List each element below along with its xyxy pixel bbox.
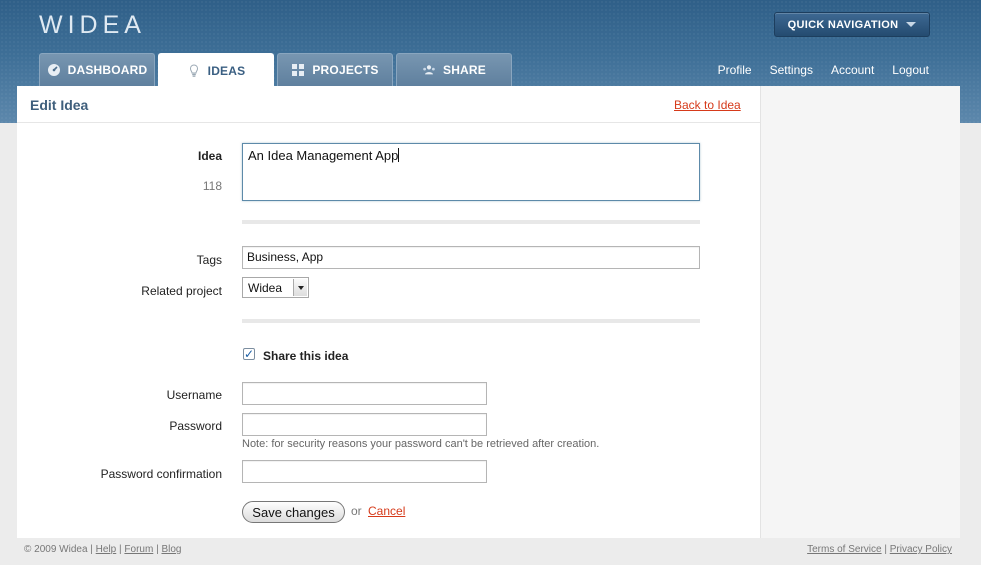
account-link[interactable]: Account <box>831 63 874 77</box>
password-confirmation-input[interactable] <box>242 460 487 483</box>
tab-projects[interactable]: PROJECTS <box>277 53 393 86</box>
account-links: Profile Settings Account Logout <box>718 63 929 77</box>
profile-link[interactable]: Profile <box>718 63 752 77</box>
share-idea-label: Share this idea <box>263 349 349 363</box>
separator <box>242 220 700 224</box>
idea-text: An Idea Management App <box>248 148 399 163</box>
quick-navigation-button[interactable]: QUICK NAVIGATION <box>774 12 930 37</box>
grid-icon <box>292 64 305 76</box>
idea-label: Idea <box>197 149 222 163</box>
logout-link[interactable]: Logout <box>892 63 929 77</box>
blog-link[interactable]: Blog <box>161 544 181 555</box>
tab-dashboard-label: DASHBOARD <box>67 63 148 77</box>
users-icon <box>423 65 435 75</box>
help-link[interactable]: Help <box>96 544 117 555</box>
terms-of-service-link[interactable]: Terms of Service <box>807 544 881 555</box>
password-note: Note: for security reasons your password… <box>242 438 600 450</box>
password-confirmation-label: Password confirmation <box>100 467 222 481</box>
dashboard-icon <box>47 64 60 76</box>
copyright-text: © 2009 Widea <box>24 544 88 555</box>
back-to-idea-link[interactable]: Back to Idea <box>674 98 741 112</box>
text-cursor <box>398 148 400 162</box>
tab-ideas[interactable]: IDEAS <box>158 53 274 87</box>
chevron-down-icon <box>906 22 917 27</box>
dropdown-arrow-icon <box>293 279 307 296</box>
content-panel: Edit Idea Back to Idea Idea 118 An Idea … <box>17 86 960 538</box>
username-input[interactable] <box>242 382 487 405</box>
idea-character-count: 118 <box>202 179 222 193</box>
sidebar <box>760 86 960 538</box>
separator <box>242 319 700 323</box>
related-project-label: Related project <box>141 284 222 298</box>
tags-input[interactable]: Business, App <box>242 246 700 269</box>
tags-value: Business, App <box>247 250 324 264</box>
tab-dashboard[interactable]: DASHBOARD <box>39 53 155 86</box>
tags-label: Tags <box>196 253 222 267</box>
tab-projects-label: PROJECTS <box>312 63 379 77</box>
password-label: Password <box>169 419 222 433</box>
page-title: Edit Idea <box>30 97 89 113</box>
panel-header: Edit Idea Back to Idea <box>17 86 760 123</box>
app-logo[interactable]: WIDEA <box>39 11 146 40</box>
save-changes-button[interactable]: Save changes <box>242 501 345 523</box>
settings-link[interactable]: Settings <box>770 63 813 77</box>
forum-link[interactable]: Forum <box>124 544 153 555</box>
footer-right: Terms of Service | Privacy Policy <box>807 544 952 555</box>
password-input[interactable] <box>242 413 487 436</box>
tab-ideas-label: IDEAS <box>207 63 246 78</box>
or-text: or <box>351 504 362 518</box>
tab-share-label: SHARE <box>442 63 486 77</box>
footer-left: © 2009 Widea | Help | Forum | Blog <box>24 544 182 555</box>
related-project-select[interactable]: Widea <box>242 277 309 298</box>
related-project-value: Widea <box>248 280 283 295</box>
lightbulb-icon <box>189 63 198 77</box>
tab-share[interactable]: SHARE <box>396 53 512 86</box>
idea-textarea[interactable]: An Idea Management App <box>242 143 700 201</box>
cancel-link[interactable]: Cancel <box>368 504 405 518</box>
share-idea-checkbox[interactable]: ✓ <box>243 348 255 360</box>
quick-navigation-label: QUICK NAVIGATION <box>787 18 899 31</box>
privacy-policy-link[interactable]: Privacy Policy <box>890 544 952 555</box>
username-label: Username <box>166 388 222 402</box>
